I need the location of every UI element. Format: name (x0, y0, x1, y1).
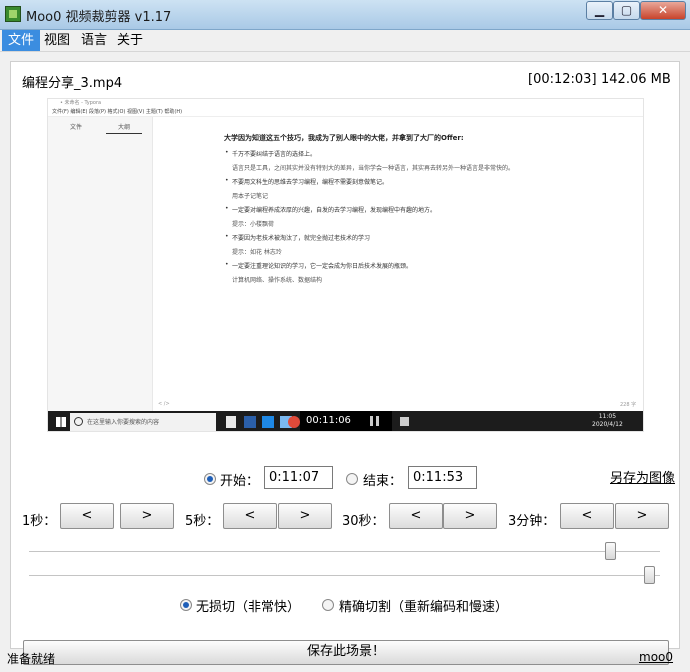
start-time-field[interactable] (264, 466, 333, 489)
save-as-image-link[interactable]: 另存为图像 (610, 467, 675, 486)
stop-icon[interactable] (400, 417, 409, 426)
menu-view[interactable]: 视图 (38, 30, 76, 51)
windows-logo-icon (56, 417, 66, 427)
app-icon (5, 6, 21, 22)
preview-search-text: 在这里输入你要搜索的内容 (87, 419, 160, 426)
cortana-icon (74, 417, 83, 426)
clock-time: 11:05 (598, 413, 617, 420)
save-scene-button[interactable]: 保存此场景！ (23, 640, 669, 665)
main-panel: 编程分享_3.mp4 [00:12:03] 142.06 MB • 未命名 - … (10, 61, 680, 665)
window-title: Moo0 视频裁剪器 v1.17 (26, 10, 172, 25)
preview-document: 大学因为知道这五个技巧，我成为了别人眼中的大佬，并拿到了大厂的Offer: 千万… (224, 133, 624, 289)
clock-date: 2020/4/12 (592, 421, 623, 428)
step-3m-back-button[interactable]: < (560, 503, 614, 529)
check-app-icon (262, 416, 274, 428)
step-5s-forward-button[interactable]: > (278, 503, 332, 529)
file-name: 编程分享_3.mp4 (22, 76, 123, 91)
end-slider-track[interactable] (29, 575, 660, 577)
end-time-field[interactable] (408, 466, 477, 489)
minimize-button[interactable]: ▁ (586, 1, 613, 20)
preview-footer-left: < /> (158, 401, 170, 407)
step-1s-forward-button[interactable]: > (120, 503, 174, 529)
minimize-icon: ▁ (594, 3, 605, 17)
preview-app-title: • 未命名 - Typora (60, 100, 102, 106)
preview-list-note: 语言只是工具，之间其实并没有特别大的差异，当你学会一种语言，其实再去转另外一种语… (232, 165, 515, 172)
menu-language[interactable]: 语言 (75, 30, 113, 51)
preview-word-count: 228 字 (620, 402, 637, 408)
step-30s-back-button[interactable]: < (389, 503, 443, 529)
step-1s-label: 1秒： (22, 514, 57, 529)
client-area: 文件 视图 语言 关于 编程分享_3.mp4 [00:12:03] 142.06… (0, 30, 690, 672)
status-text: 准备就绪 (7, 652, 56, 666)
step-3m-forward-button[interactable]: > (615, 503, 669, 529)
video-preview[interactable]: • 未命名 - Typora 文件(F) 编辑(E) 段落(P) 格式(O) 视… (47, 98, 644, 432)
preview-heading: 大学因为知道这五个技巧，我成为了别人眼中的大佬，并拿到了大厂的Offer: (224, 134, 464, 142)
start-label: 开始： (220, 474, 260, 489)
preview-list-note: 提示：小楼飘荷 (232, 221, 275, 228)
menu-about[interactable]: 关于 (111, 30, 149, 51)
step-30s-label: 30秒： (342, 514, 385, 529)
pause-icon[interactable] (370, 416, 379, 426)
lossless-radio[interactable] (180, 599, 192, 611)
microphone-icon (226, 416, 236, 428)
preview-clock: 11:05 2020/4/12 (592, 413, 623, 429)
precise-radio[interactable] (322, 599, 334, 611)
step-1s-back-button[interactable]: < (60, 503, 114, 529)
preview-list-item: 一定要注重理论知识的学习，它一定会成为你日后技术发展的瓶颈。 (225, 261, 624, 270)
preview-taskbar: 在这里输入你要搜索的内容 00:11:06 11:05 2020/4/12 (48, 411, 643, 431)
preview-list-note: 计算机网络、操作系统、数据结构 (232, 277, 323, 284)
step-3m-label: 3分钟： (508, 514, 556, 529)
end-radio[interactable] (346, 473, 358, 485)
video-playbar[interactable]: 00:11:06 (300, 411, 392, 431)
maximize-icon: ▢ (620, 3, 633, 17)
preview-list-item: 一定要对编程养成浓厚的兴趣，自发的去学习编程，发现编程中有趣的地方。 (225, 205, 624, 214)
step-30s-forward-button[interactable]: > (443, 503, 497, 529)
step-5s-back-button[interactable]: < (223, 503, 277, 529)
end-slider-thumb[interactable] (643, 566, 655, 584)
menu-bar: 文件 视图 语言 关于 (0, 30, 690, 52)
precise-label: 精确切割（重新编码和慢速） (339, 600, 509, 615)
preview-app-menu: 文件(F) 编辑(E) 段落(P) 格式(O) 视图(V) 主题(T) 帮助(H… (48, 108, 643, 117)
close-icon: ✕ (657, 3, 669, 17)
start-slider-track[interactable] (29, 551, 660, 553)
preview-list-item: 千万不要纠结于语言的选择上。 (225, 149, 624, 158)
title-bar: Moo0 视频裁剪器 v1.17 ▁ ▢ ✕ (0, 0, 690, 30)
chrome-icon (288, 416, 300, 428)
start-slider-thumb[interactable] (604, 542, 616, 560)
preview-list-note: 提示：如花 林志玲 (232, 249, 282, 256)
moo0-link[interactable]: moo0 (639, 650, 673, 664)
preview-list-item: 不要因为老技术被淘汰了，就完全抛过老技术的学习 (225, 233, 624, 242)
task-view-icon (244, 416, 256, 428)
menu-file[interactable]: 文件 (2, 30, 41, 51)
preview-list-note: 用本子记笔记 (232, 193, 269, 200)
lossless-label: 无损切（非常快） (196, 600, 301, 615)
close-button[interactable]: ✕ (640, 1, 686, 20)
play-time: 00:11:06 (306, 415, 351, 426)
preview-tab-outline: 大纲 (118, 124, 131, 131)
start-radio[interactable] (204, 473, 216, 485)
file-duration: [00:12:03] (528, 72, 597, 87)
step-5s-label: 5秒： (185, 514, 220, 529)
end-label: 结束： (363, 474, 403, 489)
preview-sidebar: 文件 大纲 (48, 117, 153, 411)
preview-list-item: 不要用文科生的思维去学习编程，编程不需要刻意做笔记。 (225, 177, 624, 186)
file-size: 142.06 MB (601, 72, 671, 87)
maximize-button[interactable]: ▢ (613, 1, 640, 20)
preview-search-box: 在这里输入你要搜索的内容 (70, 413, 216, 431)
preview-tab-files: 文件 (70, 124, 83, 131)
preview-tab-underline (106, 133, 142, 134)
